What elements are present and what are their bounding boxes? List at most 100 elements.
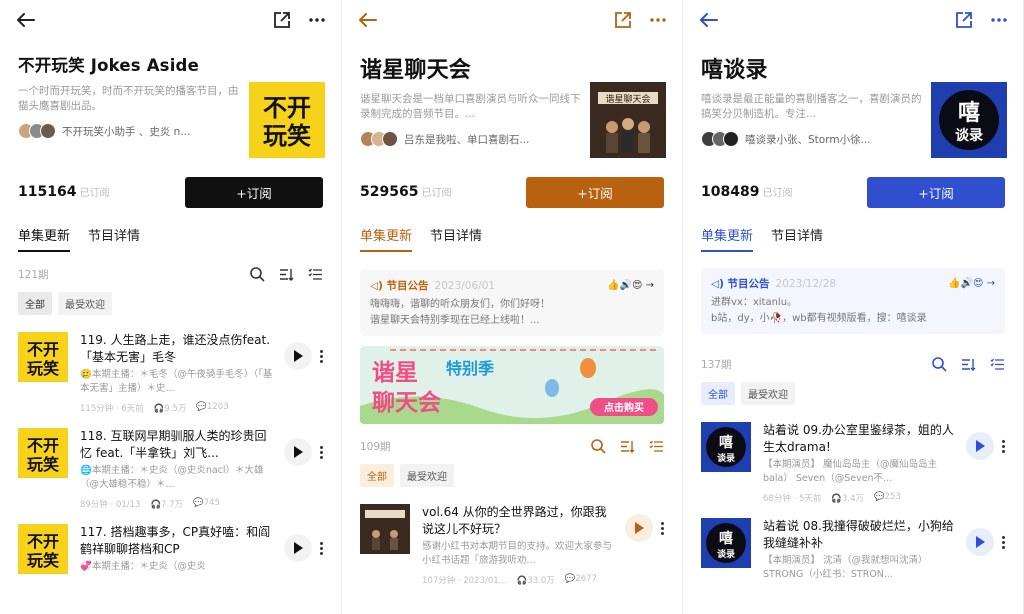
list-item[interactable]: vol.64 从你的全世界路过，你跟我说这儿不好玩？ 感谢小红书对本期节目的支持… [342,504,682,586]
svg-text:不开: 不开 [27,436,59,455]
top-bar [342,0,682,40]
more-icon[interactable] [309,18,325,22]
episode-title: 站着说 08.我撞得破破烂烂，小狗给我缝缝补补 [763,519,954,550]
podcast-title: 谐星聊天会 [360,58,472,83]
svg-text:不开: 不开 [27,532,59,551]
host-avatars [701,131,739,147]
filter-popular[interactable]: 最受欢迎 [741,381,795,405]
tab-episodes[interactable]: 单集更新 [701,225,754,252]
share-icon[interactable] [614,11,632,29]
hosts-row[interactable]: 嘻谈录小张、Storm小徐... [701,131,923,147]
subscriber-count: 108489 已订阅 [701,184,793,200]
play-button[interactable] [284,534,312,562]
more-icon[interactable] [650,18,666,22]
sort-icon[interactable] [279,267,294,282]
episode-title: 119. 人生路上走，谁还没点伤feat.「基本无害」毛冬 [80,333,271,364]
list-item[interactable]: 不开 玩笑 117. 搭档趣事多，CP真好嗑：和阎鹤祥聊聊搭档和CP 💞本期主播：… [0,524,341,588]
play-button[interactable] [284,342,312,370]
svg-text:嘻: 嘻 [958,100,980,126]
episode-count: 109期 [360,440,391,453]
filter-all[interactable]: 全部 [360,463,394,487]
hosts-row[interactable]: 不开玩笑小助手 、史炎 n... [18,123,240,139]
tab-episodes[interactable]: 单集更新 [360,225,413,252]
podcast-description: 嘻谈录是最正能量的喜剧播客之一，喜剧演员的搞笑分贝制造机。专注... [701,93,922,120]
reactions-arrow-icon[interactable]: 👍🔊😍 → [948,278,995,289]
search-icon[interactable] [932,356,947,372]
episode-thumb [360,504,410,554]
announcement-label: ◁) 节目公告 [711,278,770,290]
filter-popular[interactable]: 最受欢迎 [400,463,454,487]
episode-title: 117. 搭档趣事多，CP真好嗑：和阎鹤祥聊聊搭档和CP [80,525,271,556]
tab-details[interactable]: 节目详情 [88,225,140,252]
announcement-card[interactable]: ◁) 节目公告 2023/12/28 👍🔊😍 → 进群vx：xitanlu。 b站… [701,268,1005,334]
filter-all[interactable]: 全部 [701,381,735,405]
back-arrow-icon[interactable] [697,8,721,32]
tab-details[interactable]: 节目详情 [771,225,823,252]
filter-all[interactable]: 全部 [18,291,52,315]
more-options-icon[interactable] [1002,439,1005,453]
episode-stats: 89分钟 · 01/13 🎧7.7万 💬745 [80,498,220,510]
announcement-text: 进群vx：xitanlu。 [711,297,798,308]
episode-thumb: 不开 玩笑 [18,524,68,574]
avatar [723,131,739,147]
play-button[interactable] [966,528,994,556]
filter-popular[interactable]: 最受欢迎 [58,291,112,315]
svg-text:玩笑: 玩笑 [27,551,59,570]
svg-text:谐星聊天会: 谐星聊天会 [605,93,650,105]
checklist-icon[interactable] [649,439,664,454]
tab-bar: 单集更新 节目详情 [342,212,682,252]
more-options-icon[interactable] [320,541,323,555]
svg-text:谈录: 谈录 [717,452,735,464]
hosts-row[interactable]: 吕东是我啦、单口喜剧石... [360,131,582,147]
back-arrow-icon[interactable] [14,8,38,32]
subscribe-button[interactable]: +订阅 [185,176,323,208]
svg-text:玩笑: 玩笑 [263,122,311,150]
podcast-page-xitanlu: 嘻谈录 嘻谈录是最正能量的喜剧播客之一，喜剧演员的搞笑分贝制造机。专注... 嘻… [682,0,1023,614]
play-button[interactable] [966,432,994,460]
list-item[interactable]: 嘻谈录 站着说 08.我撞得破破烂烂，小狗给我缝缝补补 【本期演员】 沈清（@我… [683,518,1023,582]
episode-thumb: 嘻谈录 [701,518,751,568]
back-arrow-icon[interactable] [356,8,380,32]
subscribe-button[interactable]: +订阅 [867,176,1005,208]
svg-text:点击购买: 点击购买 [604,401,644,414]
more-options-icon[interactable] [1002,535,1005,549]
checklist-icon[interactable] [308,267,323,282]
svg-text:嘻: 嘻 [719,434,733,451]
share-icon[interactable] [273,11,291,29]
play-button[interactable] [284,438,312,466]
list-item[interactable]: 嘻谈录 站着说 09.办公室里鉴绿茶，姐的人生太drama! 【本期演员】 魔仙… [683,422,1023,504]
subscriber-count: 115164 已订阅 [18,184,110,200]
podcast-title: 不开玩笑 Jokes Aside [18,56,199,75]
tab-episodes[interactable]: 单集更新 [18,225,71,252]
episode-title: vol.64 从你的全世界路过，你跟我说这儿不好玩？ [422,505,607,536]
svg-text:嘻: 嘻 [719,530,733,547]
tab-bar: 单集更新 节目详情 [0,212,341,252]
tab-details[interactable]: 节目详情 [430,225,482,252]
more-options-icon[interactable] [320,349,323,363]
episode-hosts: 💞本期主播：＊史炎（@史炎 [80,561,206,572]
announcement-text: 嗨嗨嗨，谐聊的听众朋友们，你们好呀！ [370,299,550,310]
share-icon[interactable] [955,11,973,29]
sort-icon[interactable] [961,357,976,372]
announcement-text: b站，dy，小🥀，wb都有视频版看，搜：嘻谈录 [711,313,927,324]
play-button[interactable] [625,514,653,542]
search-icon[interactable] [591,438,606,454]
top-bar [0,0,341,40]
svg-text:谐星: 谐星 [372,360,418,386]
search-icon[interactable] [250,266,265,282]
list-item[interactable]: 不开 玩笑 119. 人生路上走，谁还没点伤feat.「基本无害」毛冬 🥲本期主播… [0,332,341,414]
reactions-arrow-icon[interactable]: 👍🔊😍 → [607,280,654,291]
checklist-icon[interactable] [990,357,1005,372]
episode-thumb: 嘻谈录 [701,422,751,472]
list-item[interactable]: 不开 玩笑 118. 互联网早期驯服人类的珍贵回忆 feat.「半拿铁」刘飞...… [0,428,341,510]
announcement-card[interactable]: ◁) 节目公告 2023/06/01 👍🔊😍 → 嗨嗨嗨，谐聊的听众朋友们，你们好… [360,270,664,336]
more-options-icon[interactable] [661,521,664,535]
episode-hosts: 🌐本期主播：＊史炎（@史炎nacl）＊大雄（@大雄稳不稳）＊... [80,465,264,490]
svg-text:不开: 不开 [27,340,59,359]
episode-stats: 107分钟 · 2023/01... 🎧33.0万 💬2677 [422,574,598,586]
subscribe-button[interactable]: +订阅 [526,176,664,208]
more-icon[interactable] [991,18,1007,22]
sort-icon[interactable] [620,439,635,454]
more-options-icon[interactable] [320,445,323,459]
promo-banner[interactable]: 谐星 聊天会 特别季 点击购买 [360,346,664,424]
